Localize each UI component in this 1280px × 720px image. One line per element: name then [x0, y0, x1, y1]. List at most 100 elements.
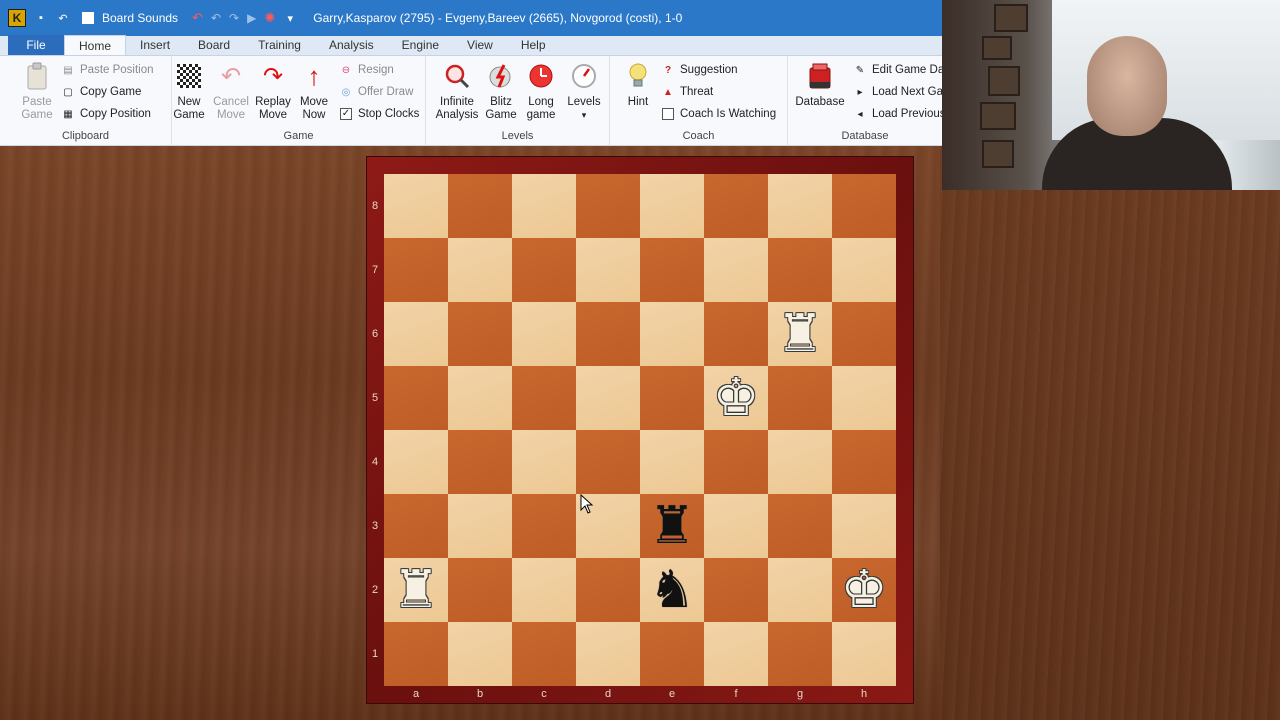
square-a1[interactable] — [384, 622, 448, 686]
copy-position-button[interactable]: ▦ Copy Position — [62, 108, 151, 120]
square-d2[interactable] — [576, 558, 640, 622]
square-d5[interactable] — [576, 366, 640, 430]
back-arrow-icon[interactable]: ↶ — [192, 10, 203, 26]
square-b8[interactable] — [448, 174, 512, 238]
stop-clocks-checkbox[interactable]: ✓ Stop Clocks — [340, 108, 419, 120]
move-now-button[interactable]: ↑ Move Now — [296, 62, 332, 122]
chessboard[interactable]: ♜ ♚ ♜ ♜ ♞ ♚ — [384, 174, 896, 686]
square-c8[interactable] — [512, 174, 576, 238]
square-e2[interactable]: ♞ — [640, 558, 704, 622]
square-h2[interactable]: ♚ — [832, 558, 896, 622]
square-b5[interactable] — [448, 366, 512, 430]
white-king[interactable]: ♚ — [841, 564, 888, 616]
copy-game-button[interactable]: ▢ Copy Game — [62, 86, 141, 98]
replay-move-button[interactable]: ↷ Replay Move — [254, 62, 292, 122]
square-a8[interactable] — [384, 174, 448, 238]
square-e7[interactable] — [640, 238, 704, 302]
coach-watching-check[interactable] — [662, 108, 674, 120]
square-b6[interactable] — [448, 302, 512, 366]
square-a3[interactable] — [384, 494, 448, 558]
square-g5[interactable] — [768, 366, 832, 430]
square-b1[interactable] — [448, 622, 512, 686]
square-b4[interactable] — [448, 430, 512, 494]
square-b7[interactable] — [448, 238, 512, 302]
coach-watching-checkbox[interactable]: Coach Is Watching — [662, 108, 776, 120]
square-e6[interactable] — [640, 302, 704, 366]
square-d4[interactable] — [576, 430, 640, 494]
threat-button[interactable]: ▲ Threat — [662, 86, 713, 98]
play-icon[interactable]: ▶ — [247, 11, 256, 25]
tab-help[interactable]: Help — [507, 35, 560, 55]
square-c6[interactable] — [512, 302, 576, 366]
square-e3[interactable]: ♜ — [640, 494, 704, 558]
square-f4[interactable] — [704, 430, 768, 494]
redo-move-icon[interactable]: ↷ — [229, 11, 239, 25]
levels-button[interactable]: Levels ▾ — [566, 62, 602, 122]
square-c2[interactable] — [512, 558, 576, 622]
load-next-game-button[interactable]: ▸ Load Next Gam — [854, 86, 952, 98]
tab-home[interactable]: Home — [64, 35, 127, 55]
square-a5[interactable] — [384, 366, 448, 430]
square-g4[interactable] — [768, 430, 832, 494]
square-h4[interactable] — [832, 430, 896, 494]
paste-game-button[interactable]: Paste Game — [20, 62, 54, 122]
square-c4[interactable] — [512, 430, 576, 494]
undo-icon[interactable]: ↶ — [56, 11, 70, 25]
tab-training[interactable]: Training — [244, 35, 315, 55]
square-a4[interactable] — [384, 430, 448, 494]
square-h8[interactable] — [832, 174, 896, 238]
white-king[interactable]: ♚ — [713, 372, 760, 424]
square-b3[interactable] — [448, 494, 512, 558]
square-d1[interactable] — [576, 622, 640, 686]
square-e8[interactable] — [640, 174, 704, 238]
square-a6[interactable] — [384, 302, 448, 366]
square-f3[interactable] — [704, 494, 768, 558]
square-h7[interactable] — [832, 238, 896, 302]
white-rook[interactable]: ♜ — [393, 564, 440, 616]
edit-game-data-button[interactable]: ✎ Edit Game Dat — [854, 64, 948, 76]
square-e1[interactable] — [640, 622, 704, 686]
tab-engine[interactable]: Engine — [388, 35, 453, 55]
blitz-game-button[interactable]: Blitz Game — [484, 62, 518, 122]
new-game-button[interactable]: New Game — [172, 62, 206, 122]
square-f8[interactable] — [704, 174, 768, 238]
file-menu[interactable]: File — [8, 35, 64, 55]
square-f1[interactable] — [704, 622, 768, 686]
square-f6[interactable] — [704, 302, 768, 366]
square-g8[interactable] — [768, 174, 832, 238]
square-f5[interactable]: ♚ — [704, 366, 768, 430]
tab-insert[interactable]: Insert — [126, 35, 184, 55]
black-rook[interactable]: ♜ — [649, 500, 696, 552]
save-icon[interactable]: ▪ — [34, 11, 48, 25]
square-d6[interactable] — [576, 302, 640, 366]
undo-move-icon[interactable]: ↶ — [211, 11, 221, 25]
square-c1[interactable] — [512, 622, 576, 686]
stop-clocks-check[interactable]: ✓ — [340, 108, 352, 120]
suggestion-button[interactable]: ? Suggestion — [662, 64, 738, 76]
square-a2[interactable]: ♜ — [384, 558, 448, 622]
engine-icon[interactable]: ✺ — [264, 10, 275, 26]
square-b2[interactable] — [448, 558, 512, 622]
database-button[interactable]: Database — [794, 62, 846, 109]
infinite-analysis-button[interactable]: Infinite Analysis — [434, 62, 480, 122]
board-sounds-checkbox[interactable] — [82, 12, 94, 24]
hint-button[interactable]: Hint — [622, 62, 654, 109]
square-h3[interactable] — [832, 494, 896, 558]
square-e5[interactable] — [640, 366, 704, 430]
cancel-move-button[interactable]: ↶ Cancel Move — [212, 62, 250, 122]
square-d7[interactable] — [576, 238, 640, 302]
square-g3[interactable] — [768, 494, 832, 558]
square-a7[interactable] — [384, 238, 448, 302]
black-knight[interactable]: ♞ — [649, 564, 696, 616]
square-h1[interactable] — [832, 622, 896, 686]
paste-position-button[interactable]: ▤ Paste Position — [62, 64, 153, 76]
customize-dropdown-icon[interactable]: ▾ — [283, 11, 297, 25]
tab-view[interactable]: View — [453, 35, 507, 55]
tab-board[interactable]: Board — [184, 35, 244, 55]
square-g6[interactable]: ♜ — [768, 302, 832, 366]
square-g1[interactable] — [768, 622, 832, 686]
square-g7[interactable] — [768, 238, 832, 302]
square-f2[interactable] — [704, 558, 768, 622]
load-previous-button[interactable]: ◂ Load Previous — [854, 108, 945, 120]
resign-button[interactable]: ⊖ Resign — [340, 64, 394, 76]
